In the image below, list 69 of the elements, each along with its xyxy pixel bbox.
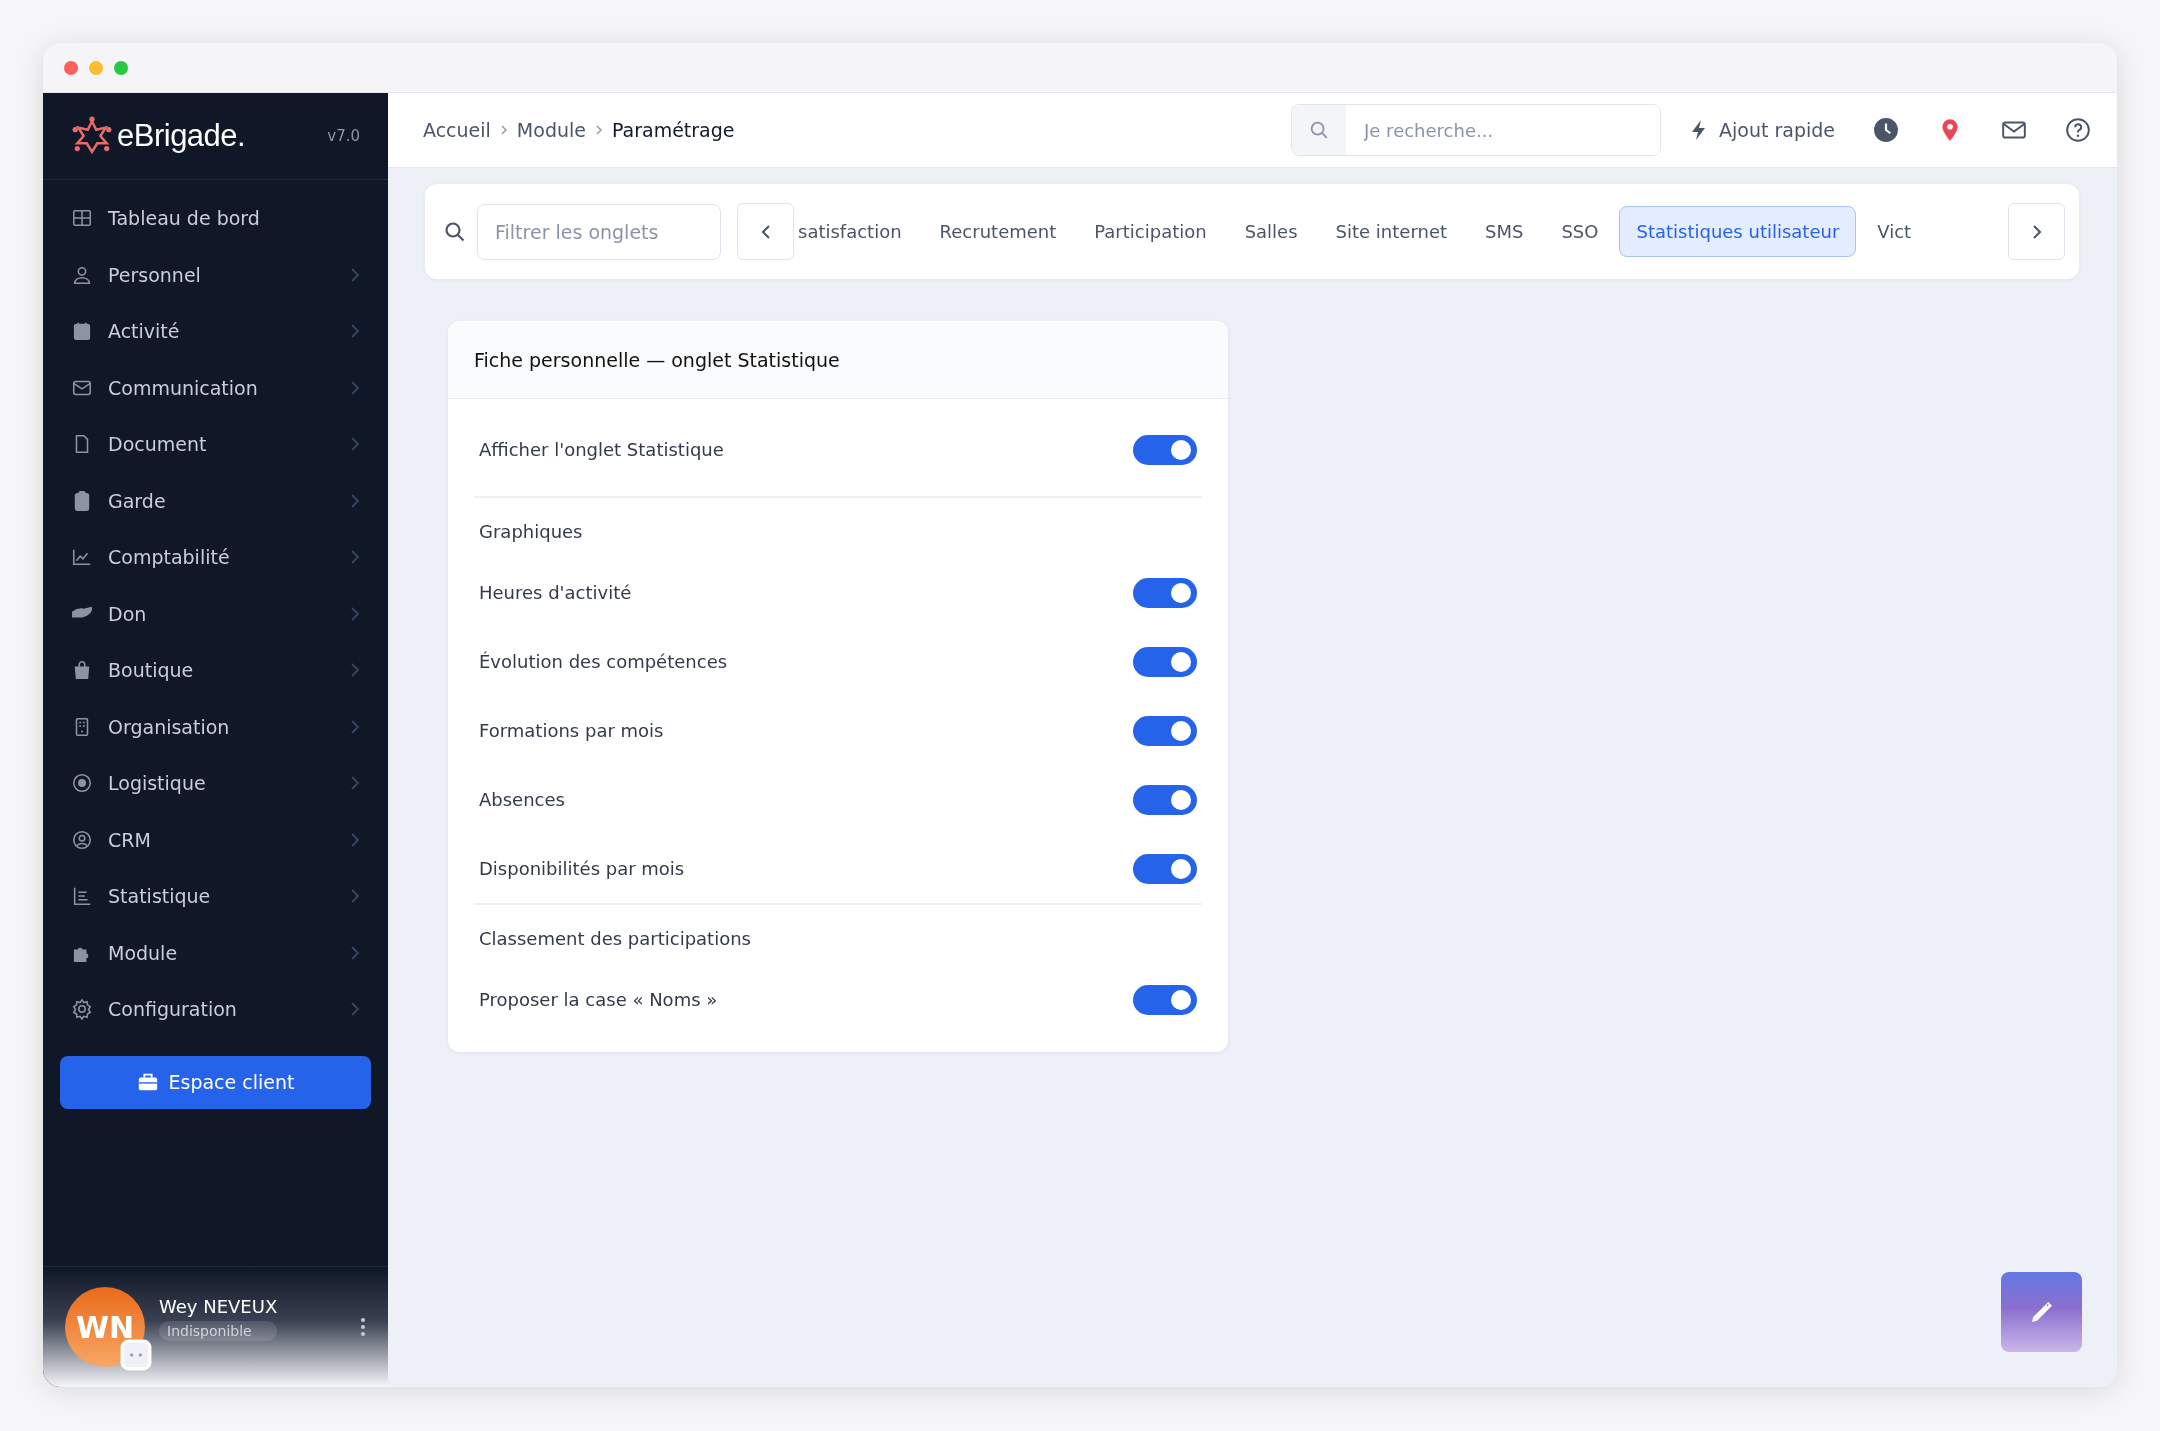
sidebar-item[interactable]: Don bbox=[43, 585, 388, 642]
filter-field[interactable]: Filtrer les onglets bbox=[477, 203, 721, 260]
tab[interactable]: Salles bbox=[1227, 206, 1315, 257]
user-name: Wey NEVEUX bbox=[159, 1295, 278, 1317]
setting-label: Disponibilités par mois bbox=[479, 858, 685, 879]
section-heading: Graphiques bbox=[478, 519, 584, 544]
breadcrumb-link[interactable]: Accueil bbox=[423, 119, 491, 141]
toggle-switch[interactable] bbox=[1133, 984, 1197, 1015]
quick-add-button[interactable]: Ajout rapide bbox=[1687, 118, 1835, 142]
search-icon bbox=[443, 219, 467, 244]
close-window-button[interactable] bbox=[64, 60, 78, 75]
tab[interactable]: satisfaction bbox=[794, 206, 919, 257]
menu-item-icon bbox=[71, 772, 93, 795]
breadcrumb-link[interactable]: Paramétrage bbox=[611, 119, 735, 141]
toggle-switch[interactable] bbox=[1133, 434, 1197, 465]
menu-item-icon bbox=[71, 885, 93, 908]
sidebar-item[interactable]: Tableau de bord bbox=[43, 190, 388, 247]
tab[interactable]: Participation bbox=[1077, 206, 1224, 257]
sidebar-item[interactable]: Organisation bbox=[43, 698, 388, 755]
client-space-button[interactable]: Espace client bbox=[60, 1055, 371, 1109]
tab[interactable]: Recrutement bbox=[922, 206, 1074, 257]
briefcase-icon bbox=[136, 1071, 159, 1093]
sidebar-item[interactable]: Personnel bbox=[43, 246, 388, 303]
breadcrumb-link[interactable]: Module bbox=[516, 119, 586, 141]
card-title: Fiche personnelle — onglet Statistique bbox=[474, 348, 840, 371]
sidebar-item[interactable]: Logistique bbox=[43, 755, 388, 812]
section-heading: Classement des participations bbox=[478, 926, 752, 951]
chevron-left-icon bbox=[760, 223, 771, 240]
search-icon bbox=[1308, 119, 1330, 141]
sidebar-item[interactable]: Activité bbox=[43, 303, 388, 360]
logo-text: eBrigade. bbox=[117, 118, 246, 154]
toggle-switch[interactable] bbox=[1133, 715, 1197, 746]
toggle-switch[interactable] bbox=[1133, 577, 1197, 608]
menu-item-icon bbox=[71, 828, 93, 851]
more-icon[interactable] bbox=[360, 1317, 366, 1337]
sidebar-item[interactable]: Communication bbox=[43, 359, 388, 416]
toggle-switch[interactable] bbox=[1133, 853, 1197, 884]
help-icon[interactable] bbox=[2065, 117, 2091, 143]
sidebar-item[interactable]: Document bbox=[43, 416, 388, 473]
chat-badge-icon bbox=[120, 1339, 152, 1371]
tab[interactable]: Vict bbox=[1860, 206, 1913, 257]
sidebar-item[interactable]: Comptabilité bbox=[43, 529, 388, 586]
tab[interactable]: SSO bbox=[1544, 206, 1616, 257]
setting-label: Proposer la case « Noms » bbox=[479, 989, 718, 1010]
setting-label: Absences bbox=[479, 789, 565, 810]
tab[interactable]: Statistiques utilisateur bbox=[1619, 206, 1857, 257]
sidebar-item[interactable]: Configuration bbox=[43, 981, 388, 1038]
menu-item-icon bbox=[71, 998, 93, 1021]
edit-button[interactable] bbox=[2001, 1272, 2082, 1352]
breadcrumb-separator-icon bbox=[595, 125, 602, 135]
chevron-right-icon bbox=[2031, 223, 2042, 240]
sidebar-item[interactable]: Garde bbox=[43, 472, 388, 529]
version-label: v7.0 bbox=[327, 127, 360, 145]
toggle-switch[interactable] bbox=[1133, 784, 1197, 815]
tab[interactable]: Site internet bbox=[1318, 206, 1465, 257]
clock-icon[interactable] bbox=[1873, 117, 1899, 143]
setting-label: Évolution des compétences bbox=[479, 651, 728, 672]
menu-item-icon bbox=[71, 320, 93, 343]
sidebar-item[interactable]: Module bbox=[43, 924, 388, 981]
user-status: Indisponible bbox=[159, 1320, 278, 1341]
sidebar-item[interactable]: CRM bbox=[43, 811, 388, 868]
tab[interactable]: SMS bbox=[1468, 206, 1541, 257]
sidebar-item[interactable]: Boutique bbox=[43, 642, 388, 699]
setting-label: Heures d'activité bbox=[479, 582, 632, 603]
setting-label: Afficher l'onglet Statistique bbox=[479, 439, 724, 460]
sidebar-item[interactable]: Statistique bbox=[43, 868, 388, 925]
setting-label: Formations par mois bbox=[479, 720, 664, 741]
toggle-switch[interactable] bbox=[1133, 646, 1197, 677]
breadcrumb-separator-icon bbox=[500, 125, 507, 135]
